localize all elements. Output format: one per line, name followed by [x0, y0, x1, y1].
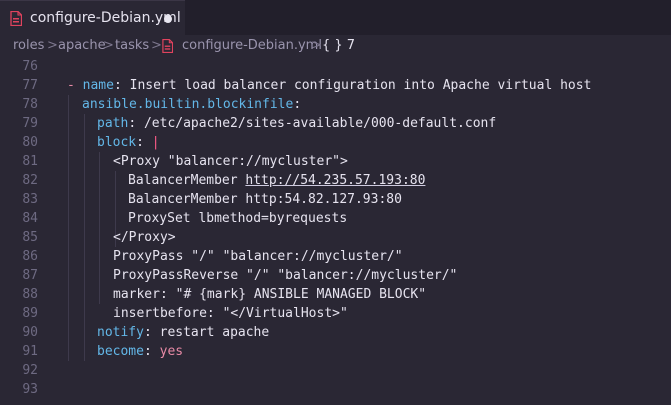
line-number: 90: [22, 325, 38, 340]
yaml-file-icon: [162, 39, 173, 53]
line-number: 88: [22, 287, 38, 302]
tab-bar: configure-Debian.yml: [0, 0, 671, 35]
code-line: 81 <Proxy "balancer://mycluster">: [0, 152, 671, 171]
code-line: 85 </Proxy>: [0, 228, 671, 247]
code-text: block: |: [97, 133, 160, 152]
code-text: ansible.builtin.blockinfile:: [82, 95, 301, 114]
yaml-file-icon: [10, 11, 22, 26]
yaml-colon: :: [128, 116, 144, 131]
list-dash: -: [67, 78, 83, 93]
yaml-key: become: [97, 344, 144, 359]
yaml-colon: :: [136, 135, 152, 150]
code-text: path: /etc/apache2/sites-available/000-d…: [97, 114, 496, 133]
code-editor[interactable]: 76 77 - name: Insert load balancer confi…: [0, 57, 671, 405]
code-text: become: yes: [97, 342, 183, 361]
block-scalar-indicator: |: [151, 135, 160, 150]
line-number: 83: [22, 192, 38, 207]
code-text: <Proxy "balancer://mycluster">: [113, 154, 348, 169]
code-text: ProxyPass "/" "balancer://mycluster/": [113, 249, 403, 264]
code-text: notify: restart apache: [97, 323, 269, 342]
code-text: marker: "# {mark} ANSIBLE MANAGED BLOCK": [113, 287, 427, 302]
code-line: 91 become: yes: [0, 342, 671, 361]
yaml-colon: :: [113, 78, 130, 93]
code-line: 92: [0, 361, 671, 380]
line-number: 76: [22, 59, 38, 74]
breadcrumb: roles > apache > tasks > configure-Debia…: [0, 35, 671, 57]
line-number: 80: [22, 135, 38, 150]
line-number: 86: [22, 249, 38, 264]
code-text: insertbefore: "</VirtualHost>": [113, 306, 348, 321]
yaml-colon: :: [143, 344, 160, 359]
breadcrumb-tasks[interactable]: tasks: [115, 38, 149, 53]
code-line: 87 ProxyPassReverse "/" "balancer://mycl…: [0, 266, 671, 285]
code-line: 80 block: |: [0, 133, 671, 152]
url-link[interactable]: http://54.235.57.193:80: [245, 173, 425, 188]
yaml-value: /etc/apache2/sites-available/000-default…: [143, 116, 497, 131]
yaml-value: restart apache: [159, 325, 270, 340]
code-line: 86 ProxyPass "/" "balancer://mycluster/": [0, 247, 671, 266]
code-line: 93: [0, 380, 671, 399]
line-number: 89: [22, 306, 38, 321]
yaml-key: block: [97, 135, 137, 150]
code-text: </Proxy>: [113, 230, 176, 245]
line-number: 84: [22, 211, 38, 226]
breadcrumb-file[interactable]: configure-Debian.yml: [182, 38, 322, 53]
breadcrumb-roles[interactable]: roles: [13, 38, 44, 53]
code-text: BalancerMember http://54.235.57.193:80: [128, 171, 425, 190]
yaml-value: Insert load balancer configuration into …: [129, 78, 592, 93]
yaml-key: path: [97, 116, 129, 131]
tab-configure-debian[interactable]: configure-Debian.yml: [0, 0, 185, 35]
breadcrumb-symbol[interactable]: { } 7: [322, 38, 355, 53]
code-text: ProxyPassReverse "/" "balancer://myclust…: [113, 268, 458, 283]
breadcrumb-separator: >: [151, 38, 162, 53]
code-text: BalancerMember http:54.82.127.93:80: [128, 192, 402, 207]
breadcrumb-apache[interactable]: apache: [58, 38, 106, 53]
line-number: 78: [22, 97, 38, 112]
code-line: 88 marker: "# {mark} ANSIBLE MANAGED BLO…: [0, 285, 671, 304]
line-number: 92: [22, 363, 38, 378]
yaml-colon: :: [143, 325, 160, 340]
code-line: 79 path: /etc/apache2/sites-available/00…: [0, 114, 671, 133]
line-number: 82: [22, 173, 38, 188]
line-number: 79: [22, 116, 38, 131]
code-line: 89 insertbefore: "</VirtualHost>": [0, 304, 671, 323]
code-text: - name: Insert load balancer configurati…: [67, 76, 591, 95]
yaml-key: ansible.builtin.blockinfile: [82, 97, 294, 112]
code-line: 83 BalancerMember http:54.82.127.93:80: [0, 190, 671, 209]
code-line: 90 notify: restart apache: [0, 323, 671, 342]
line-number: 77: [22, 78, 38, 93]
code-line: 76: [0, 57, 671, 76]
code-text-part: BalancerMember: [128, 173, 246, 188]
code-line: 77 - name: Insert load balancer configur…: [0, 76, 671, 95]
code-line: 82 BalancerMember http://54.235.57.193:8…: [0, 171, 671, 190]
yaml-key: name: [82, 78, 114, 93]
line-number: 87: [22, 268, 38, 283]
line-number: 81: [22, 154, 38, 169]
code-line: 84 ProxySet lbmethod=byrequests: [0, 209, 671, 228]
breadcrumb-separator: >: [47, 38, 58, 53]
code-text: ProxySet lbmethod=byrequests: [128, 211, 348, 226]
code-line: 78 ansible.builtin.blockinfile:: [0, 95, 671, 114]
breadcrumb-separator: >: [311, 38, 322, 53]
line-number: 85: [22, 230, 38, 245]
line-number: 93: [22, 382, 38, 397]
tab-title: configure-Debian.yml: [30, 10, 181, 26]
yaml-colon: :: [293, 97, 302, 112]
yaml-key: notify: [97, 325, 144, 340]
yaml-boolean: yes: [159, 344, 184, 359]
line-number: 91: [22, 344, 38, 359]
breadcrumb-separator: >: [103, 38, 114, 53]
unsaved-dot-icon[interactable]: [164, 15, 172, 23]
